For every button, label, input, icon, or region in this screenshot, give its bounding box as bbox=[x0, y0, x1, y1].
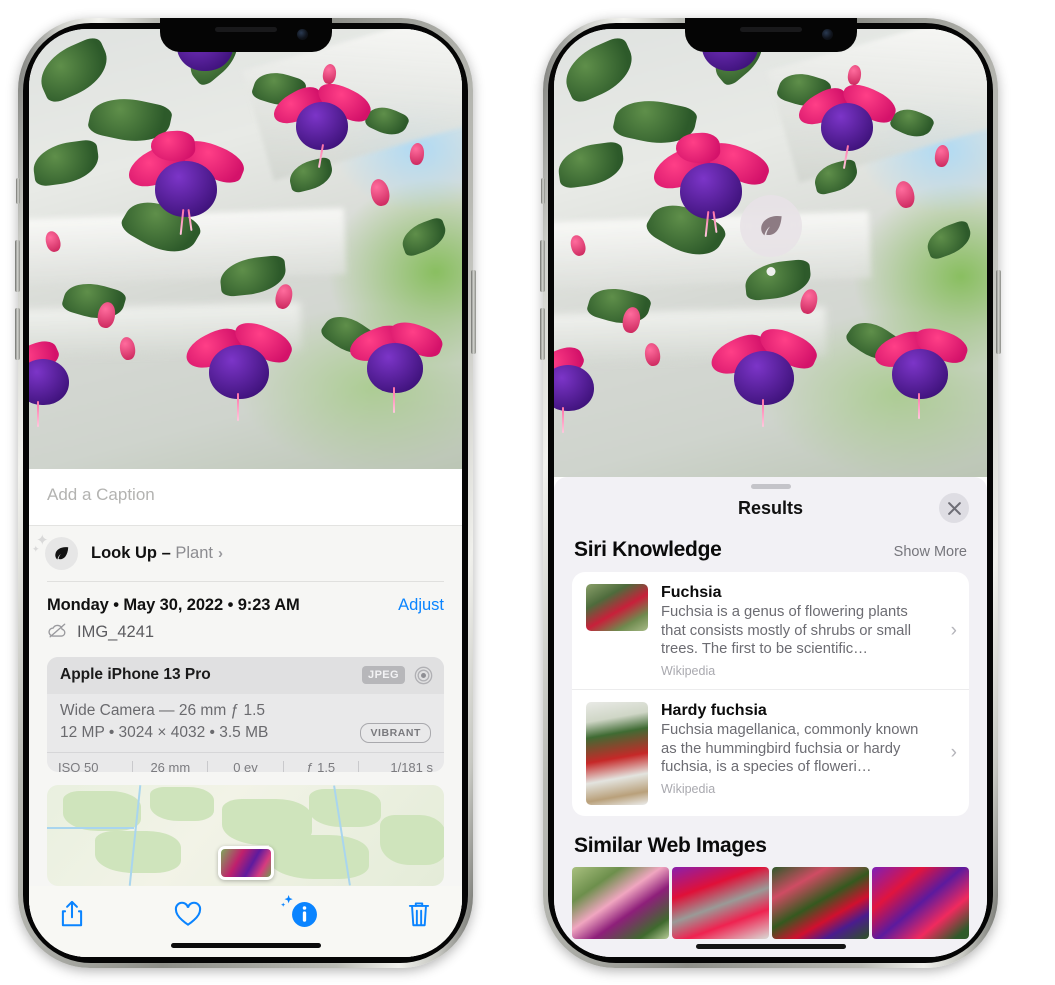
camera-info-card[interactable]: Apple iPhone 13 Pro JPEG Wide Camera — 2… bbox=[47, 656, 444, 772]
info-button[interactable] bbox=[281, 894, 318, 928]
look-up-label: Look Up – Plant › bbox=[91, 544, 223, 563]
photo-toolbar bbox=[29, 886, 462, 935]
phone-screen-left: Add a Caption ✦ ✦ Look Up – Plant › Mond… bbox=[29, 29, 462, 957]
volume-up-button-left[interactable] bbox=[15, 240, 20, 292]
web-image-thumbnail[interactable] bbox=[772, 866, 869, 939]
photo-viewer-left[interactable] bbox=[29, 29, 462, 469]
volume-up-button-right[interactable] bbox=[540, 240, 545, 292]
camera-detail-line: 12 MP • 3024 × 4032 • 3.5 MB bbox=[60, 723, 269, 741]
power-button-left[interactable] bbox=[471, 270, 476, 354]
look-up-row[interactable]: ✦ ✦ Look Up – Plant › bbox=[29, 526, 462, 581]
camera-card-body: Wide Camera — 26 mm ƒ 1.5 12 MP • 3024 ×… bbox=[47, 694, 444, 752]
favorite-button[interactable] bbox=[173, 901, 203, 928]
metadata-block: Monday • May 30, 2022 • 9:23 AM Adjust I… bbox=[29, 582, 462, 644]
knowledge-source: Wikipedia bbox=[661, 781, 716, 796]
sparkle-icon-small: ✦ bbox=[32, 544, 40, 554]
camera-card-header: Apple iPhone 13 Pro JPEG bbox=[47, 656, 444, 694]
exif-ev: 0 ev bbox=[233, 759, 258, 772]
photo-thumbnail-pin bbox=[217, 846, 274, 880]
exif-shutter: 1/181 s bbox=[390, 759, 434, 772]
left-phone: Add a Caption ✦ ✦ Look Up – Plant › Mond… bbox=[15, 18, 476, 968]
chevron-right-icon: › bbox=[950, 619, 957, 641]
front-camera-icon bbox=[296, 29, 308, 40]
photo-filename: IMG_4241 bbox=[77, 623, 155, 642]
sheet-header: Results bbox=[554, 489, 987, 532]
earpiece-speaker bbox=[739, 27, 802, 32]
knowledge-title: Hardy fuchsia bbox=[661, 701, 767, 719]
visual-lookup-anchor-dot bbox=[766, 267, 775, 276]
web-image-thumbnail[interactable] bbox=[872, 866, 969, 939]
right-phone: Results Siri Knowledge Show More Fuchsia… bbox=[540, 18, 1001, 968]
photo-flower bbox=[268, 76, 376, 168]
mute-switch-right[interactable] bbox=[541, 178, 545, 204]
vibrant-badge: VIBRANT bbox=[360, 722, 431, 743]
knowledge-row[interactable]: Fuchsia Fuchsia is a genus of flowering … bbox=[572, 572, 969, 689]
chevron-right-icon: › bbox=[217, 545, 223, 562]
photo-flower bbox=[706, 321, 826, 427]
home-indicator-right[interactable] bbox=[695, 944, 846, 949]
volume-down-button-right[interactable] bbox=[540, 308, 545, 360]
look-up-prefix: Look Up – bbox=[91, 544, 176, 562]
photo-date: Monday • May 30, 2022 • 9:23 AM bbox=[47, 595, 300, 614]
mute-switch-left[interactable] bbox=[16, 178, 20, 204]
visual-lookup-badge[interactable] bbox=[739, 195, 802, 257]
cloud-slash-icon bbox=[47, 622, 68, 644]
front-camera-icon bbox=[821, 29, 833, 40]
similar-web-images-strip[interactable] bbox=[554, 866, 987, 939]
format-badge: JPEG bbox=[362, 666, 405, 685]
knowledge-thumbnail bbox=[586, 584, 648, 631]
web-image-thumbnail[interactable] bbox=[572, 866, 669, 939]
power-button-right[interactable] bbox=[996, 270, 1001, 354]
camera-model: Apple iPhone 13 Pro bbox=[60, 666, 211, 684]
leaf-icon bbox=[760, 215, 782, 236]
web-image-thumbnail[interactable] bbox=[672, 866, 769, 939]
earpiece-speaker bbox=[214, 27, 277, 32]
photo-flower bbox=[122, 129, 251, 235]
home-indicator-left[interactable] bbox=[29, 935, 462, 957]
leaf-icon: ✦ ✦ bbox=[32, 532, 78, 570]
camera-lens-line: Wide Camera — 26 mm ƒ 1.5 bbox=[60, 701, 266, 719]
photo-flower bbox=[181, 316, 301, 422]
photo-flower bbox=[793, 77, 901, 169]
share-button[interactable] bbox=[59, 899, 85, 929]
results-sheet: Results Siri Knowledge Show More Fuchsia… bbox=[554, 477, 987, 957]
section-title: Similar Web Images bbox=[574, 833, 767, 857]
section-title: Siri Knowledge bbox=[574, 538, 722, 561]
volume-down-button-left[interactable] bbox=[15, 308, 20, 360]
delete-button[interactable] bbox=[406, 900, 432, 929]
chevron-right-icon: › bbox=[950, 742, 957, 764]
knowledge-row[interactable]: Hardy fuchsia Fuchsia magellanica, commo… bbox=[572, 688, 969, 816]
location-map-preview[interactable] bbox=[47, 784, 444, 886]
exif-focal: 26 mm bbox=[150, 759, 191, 772]
photo-flower bbox=[870, 322, 978, 419]
notch-right bbox=[684, 18, 857, 52]
exif-row: ISO 50 26 mm 0 ev ƒ 1.5 1/181 s bbox=[47, 751, 444, 772]
knowledge-thumbnail bbox=[586, 701, 648, 805]
knowledge-description: Fuchsia magellanica, commonly known as t… bbox=[661, 721, 919, 776]
close-button[interactable] bbox=[939, 493, 969, 523]
adjust-button[interactable]: Adjust bbox=[398, 596, 444, 615]
close-icon bbox=[947, 501, 961, 515]
caption-field[interactable]: Add a Caption bbox=[29, 469, 462, 526]
phone-screen-right: Results Siri Knowledge Show More Fuchsia… bbox=[554, 29, 987, 957]
sparkle-icon bbox=[281, 894, 295, 914]
look-up-subject: Plant bbox=[175, 544, 213, 562]
hdr-circles-icon bbox=[414, 666, 433, 685]
exif-aperture: ƒ 1.5 bbox=[306, 759, 336, 772]
siri-knowledge-card-list: Fuchsia Fuchsia is a genus of flowering … bbox=[572, 572, 969, 816]
caption-placeholder: Add a Caption bbox=[47, 485, 155, 504]
knowledge-title: Fuchsia bbox=[661, 584, 722, 601]
siri-knowledge-section-header: Siri Knowledge Show More bbox=[554, 532, 987, 572]
knowledge-source: Wikipedia bbox=[661, 663, 716, 678]
screenshot-stage: Add a Caption ✦ ✦ Look Up – Plant › Mond… bbox=[0, 0, 1055, 985]
photo-info-panel: Add a Caption ✦ ✦ Look Up – Plant › Mond… bbox=[29, 469, 462, 957]
knowledge-description: Fuchsia is a genus of flowering plants t… bbox=[661, 604, 911, 658]
notch-left bbox=[159, 18, 332, 52]
similar-web-images-section-header: Similar Web Images bbox=[554, 816, 987, 867]
sheet-grabber[interactable] bbox=[554, 477, 987, 489]
show-more-button[interactable]: Show More bbox=[894, 544, 967, 560]
exif-iso: ISO 50 bbox=[58, 759, 99, 772]
sheet-title: Results bbox=[737, 498, 804, 518]
